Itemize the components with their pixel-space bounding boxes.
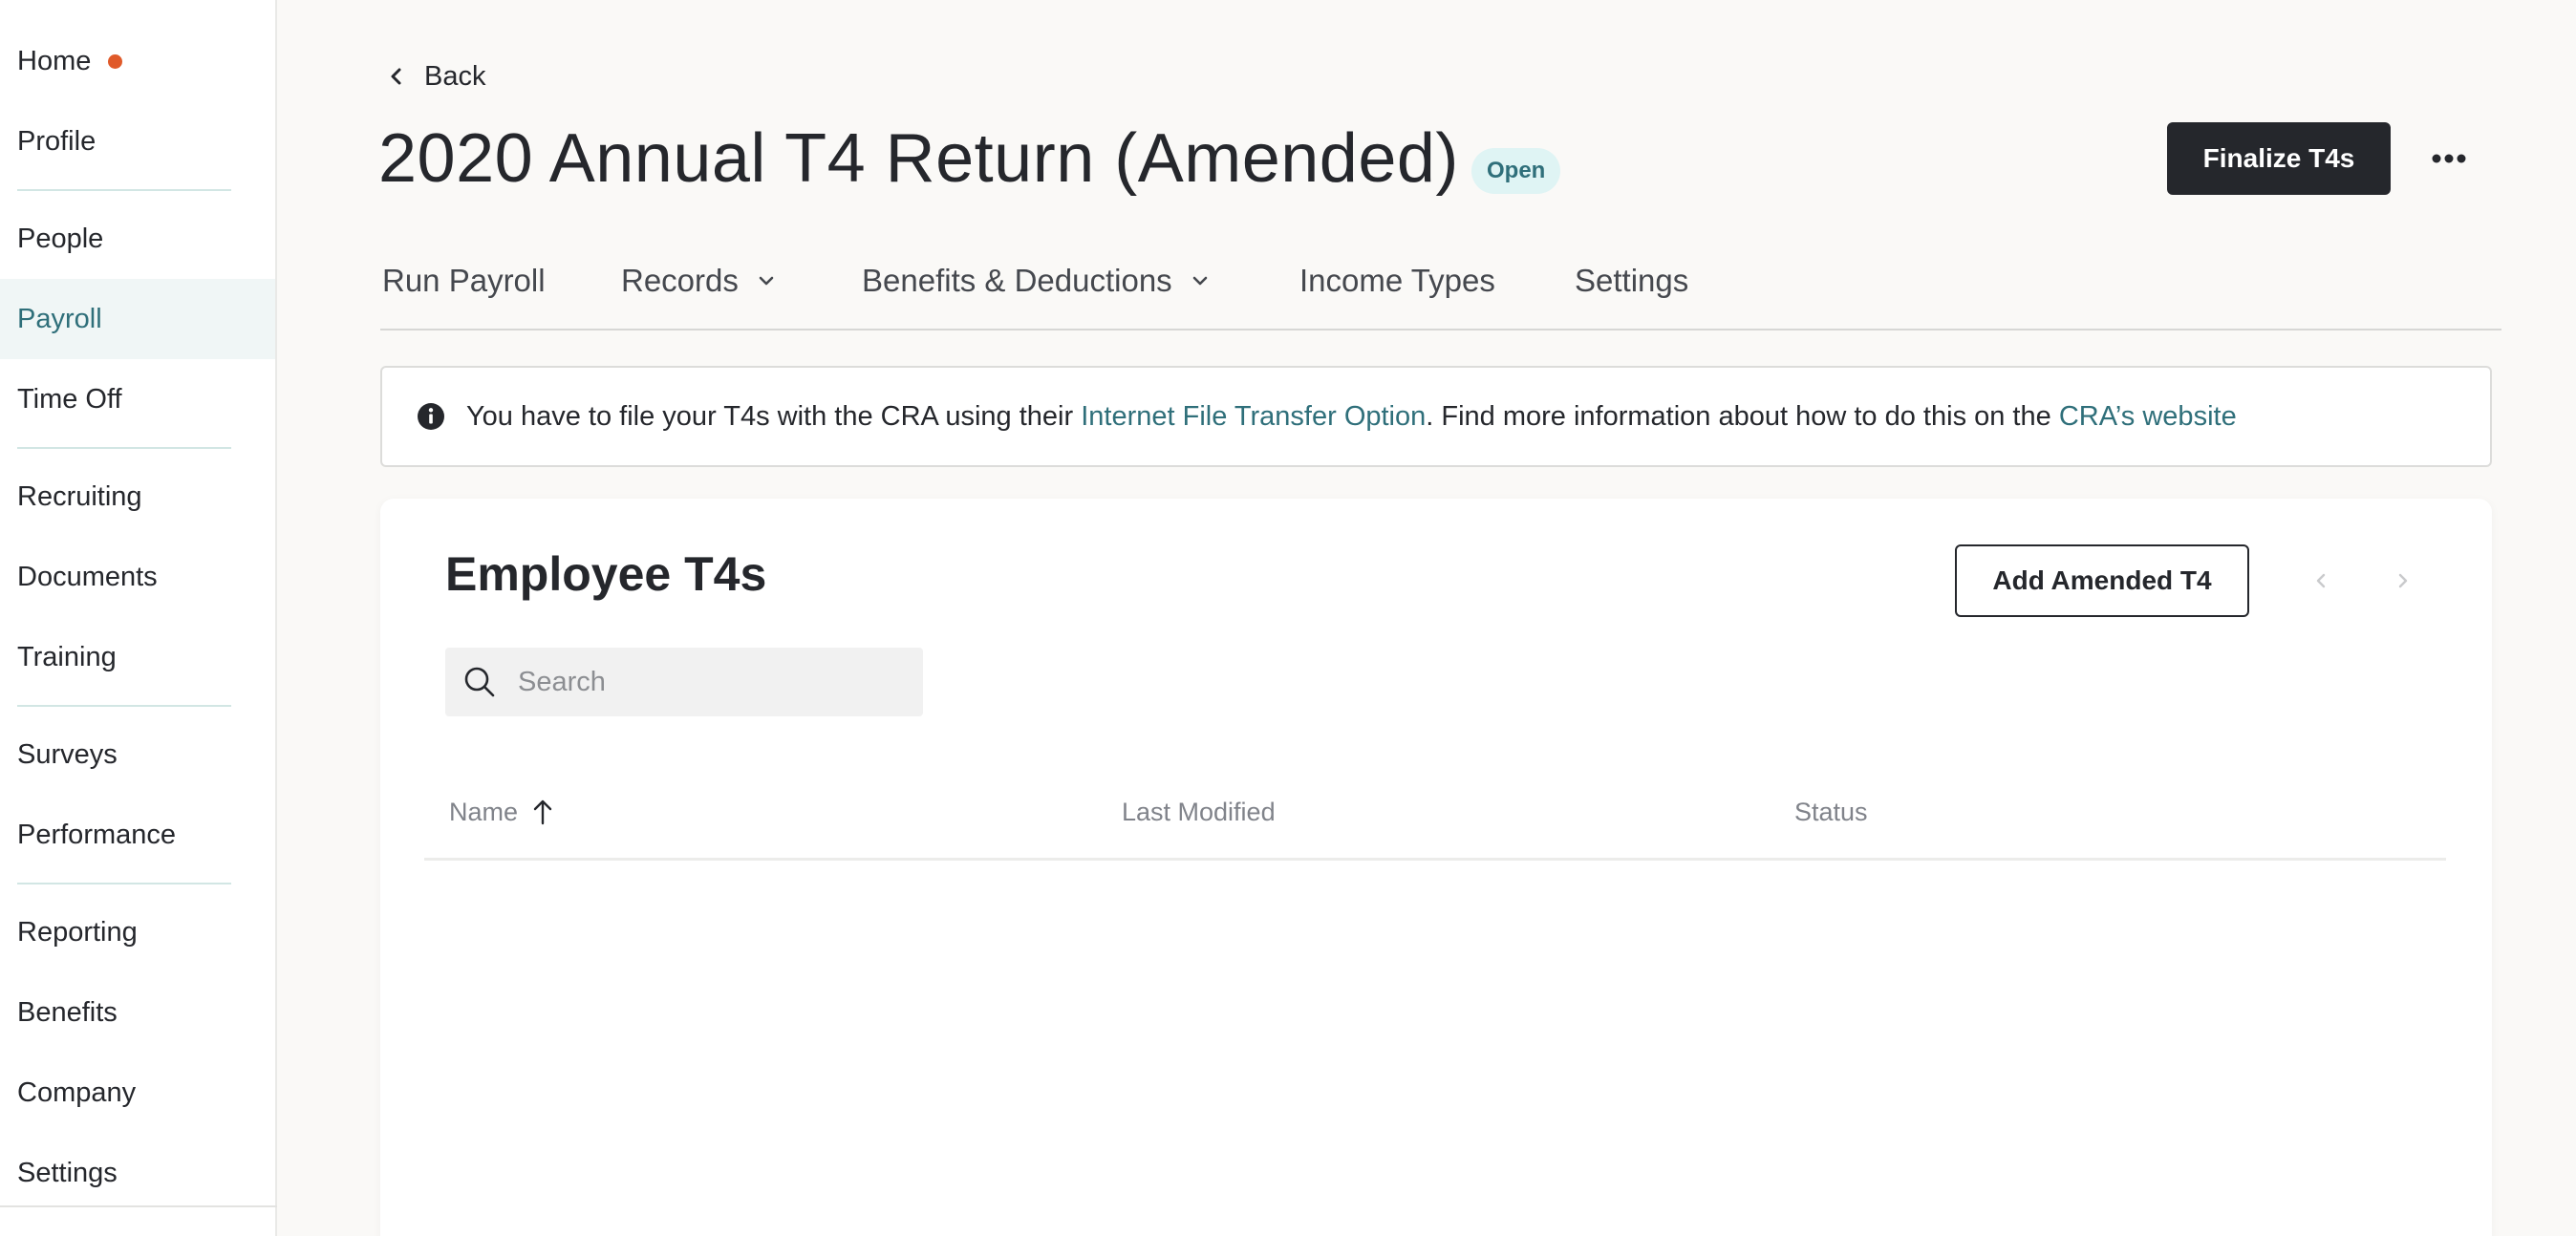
- sidebar-item-label: Time Off: [17, 383, 122, 415]
- chevron-down-icon: [1192, 276, 1207, 286]
- tab-label: Run Payroll: [382, 263, 546, 298]
- search-input[interactable]: [518, 666, 900, 698]
- sidebar-item-label: Home: [17, 45, 92, 76]
- sidebar-divider: [17, 189, 231, 191]
- sort-ascending-icon: [533, 799, 552, 825]
- more-horizontal-icon: [2432, 154, 2466, 163]
- add-amended-t4-button[interactable]: Add Amended T4: [1955, 544, 2249, 617]
- column-header-last-modified[interactable]: Last Modified: [1122, 793, 1276, 831]
- tabs-divider: [380, 329, 2501, 330]
- table-header-divider: [424, 858, 2446, 861]
- tab-label: Records: [621, 263, 739, 298]
- back-label: Back: [424, 60, 486, 92]
- sidebar-item-label: Surveys: [17, 738, 118, 770]
- more-options-button[interactable]: [2427, 139, 2471, 178]
- sidebar-divider: [17, 705, 231, 707]
- sidebar-item-company[interactable]: Company: [0, 1053, 275, 1133]
- tab-label: Settings: [1575, 263, 1689, 298]
- search-icon: [464, 667, 495, 697]
- info-icon: [418, 403, 444, 430]
- sidebar-item-recruiting[interactable]: Recruiting: [0, 457, 275, 537]
- sidebar-item-time-off[interactable]: Time Off: [0, 359, 275, 439]
- info-banner: You have to file your T4s with the CRA u…: [380, 366, 2492, 467]
- page-title: 2020 Annual T4 Return (Amended): [378, 120, 1459, 197]
- sidebar-item-training[interactable]: Training: [0, 617, 275, 697]
- sidebar-item-documents[interactable]: Documents: [0, 537, 275, 617]
- card-title: Employee T4s: [445, 547, 767, 601]
- banner-message: You have to file your T4s with the CRA u…: [466, 401, 2237, 433]
- column-header-label: Status: [1794, 797, 1868, 826]
- previous-page-button[interactable]: [2305, 564, 2339, 598]
- search-field[interactable]: [445, 648, 923, 716]
- sidebar-item-label: Benefits: [17, 996, 118, 1028]
- sidebar-item-payroll[interactable]: Payroll: [0, 279, 275, 359]
- sidebar-item-label: Performance: [17, 819, 177, 850]
- sidebar-item-label: Payroll: [17, 303, 102, 334]
- banner-text: You have to file your T4s with the CRA u…: [466, 400, 1074, 432]
- status-badge: Open: [1471, 148, 1561, 194]
- banner-text: . Find more information about how to do …: [1426, 400, 2051, 432]
- sidebar-item-label: People: [17, 223, 104, 254]
- sidebar-item-benefits[interactable]: Benefits: [0, 972, 275, 1053]
- sidebar-item-label: Training: [17, 641, 117, 672]
- column-header-status[interactable]: Status: [1794, 793, 1868, 831]
- tab-label: Benefits & Deductions: [862, 263, 1172, 298]
- column-header-label: Name: [449, 797, 519, 826]
- sidebar-item-label: Reporting: [17, 916, 138, 948]
- tab-records[interactable]: Records: [621, 250, 777, 311]
- sidebar-item-surveys[interactable]: Surveys: [0, 714, 275, 795]
- employee-t4s-card: Employee T4s Add Amended T4 Name: [380, 499, 2492, 1236]
- sidebar-item-performance[interactable]: Performance: [0, 795, 275, 875]
- back-link[interactable]: Back: [386, 57, 485, 96]
- tab-settings[interactable]: Settings: [1575, 250, 1688, 311]
- tab-run-payroll[interactable]: Run Payroll: [382, 250, 546, 311]
- sidebar-divider: [17, 447, 231, 449]
- sidebar-item-home[interactable]: Home: [0, 21, 275, 101]
- tab-income-types[interactable]: Income Types: [1299, 250, 1495, 311]
- column-header-label: Last Modified: [1122, 797, 1276, 826]
- tab-benefits-deductions[interactable]: Benefits & Deductions: [862, 250, 1211, 311]
- sidebar-item-reporting[interactable]: Reporting: [0, 892, 275, 972]
- notification-dot-icon: [108, 53, 123, 69]
- next-page-button[interactable]: [2385, 564, 2419, 598]
- chevron-down-icon: [759, 276, 774, 286]
- finalize-t4s-button[interactable]: Finalize T4s: [2167, 122, 2391, 195]
- app-root: Home Profile People Payroll Time Off Rec…: [0, 0, 2576, 1236]
- sidebar-divider: [17, 883, 231, 884]
- tab-label: Income Types: [1299, 263, 1495, 298]
- sidebar-item-label: Documents: [17, 561, 158, 592]
- chevron-left-icon: [2316, 573, 2326, 588]
- internet-file-transfer-link[interactable]: Internet File Transfer Option: [1081, 401, 1426, 432]
- sidebar-item-label: Settings: [17, 1157, 118, 1188]
- sidebar-item-label: Recruiting: [17, 480, 142, 512]
- cra-website-link[interactable]: CRA’s website: [2059, 401, 2237, 432]
- sidebar-item-people[interactable]: People: [0, 199, 275, 279]
- sidebar: Home Profile People Payroll Time Off Rec…: [0, 0, 277, 1236]
- sidebar-item-settings[interactable]: Settings: [0, 1133, 275, 1213]
- sidebar-item-label: Profile: [17, 125, 97, 157]
- column-header-name[interactable]: Name: [449, 793, 554, 831]
- chevron-left-icon: [391, 68, 401, 85]
- sidebar-item-label: Company: [17, 1076, 137, 1108]
- chevron-right-icon: [2398, 573, 2408, 588]
- sidebar-item-profile[interactable]: Profile: [0, 101, 275, 181]
- sidebar-bottom-divider: [0, 1205, 277, 1207]
